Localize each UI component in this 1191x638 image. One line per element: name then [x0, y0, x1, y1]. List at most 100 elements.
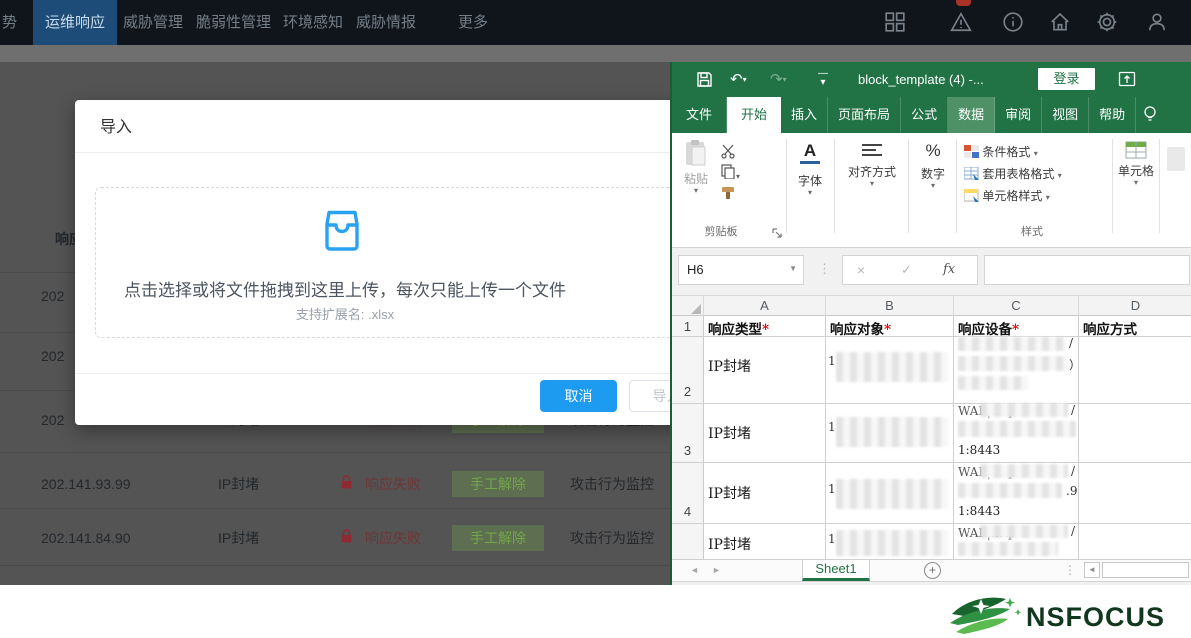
home-icon[interactable]: [1049, 11, 1071, 33]
censored-block: [836, 479, 948, 509]
cell-styles-button[interactable]: 单元格样式 ▾: [964, 187, 1050, 204]
number-group-button[interactable]: % 数字▾: [912, 141, 954, 190]
row-status: 响应失败: [365, 474, 421, 494]
row-ip: 202: [41, 288, 64, 304]
apps-grid-icon[interactable]: [884, 11, 906, 33]
nav-item-threat-intel[interactable]: 威胁情报: [356, 0, 416, 45]
tab-review[interactable]: 审阅: [995, 97, 1042, 133]
quick-access-customize-icon[interactable]: —▾: [818, 69, 828, 87]
alert-count-badge: [956, 0, 971, 6]
logo-text: NSFOCUS: [1026, 602, 1165, 632]
group-separator: [956, 139, 957, 233]
cell-B3-fragment[interactable]: 1: [828, 420, 836, 434]
nav-item-env-awareness[interactable]: 环境感知: [283, 0, 343, 45]
excel-titlebar[interactable]: ↶▾ ↷▾ —▾ block_template (4) -... 登录: [672, 62, 1191, 97]
nav-item-threat-mgmt[interactable]: 威胁管理: [123, 0, 183, 45]
redo-icon[interactable]: ↷▾: [770, 70, 787, 88]
cell-B5-fragment[interactable]: 1: [828, 532, 836, 546]
login-button[interactable]: 登录: [1038, 68, 1095, 90]
row-type: IP封堵: [218, 474, 259, 494]
upload-instruction[interactable]: 点击选择或将文件拖拽到这里上传，每次只能上传一个文件: [75, 276, 615, 301]
hscroll-left-icon[interactable]: ◄: [1084, 562, 1100, 578]
sheet-next-icon[interactable]: ►: [712, 565, 721, 575]
copy-icon[interactable]: ▾: [720, 163, 740, 184]
cell-B1[interactable]: 响应对象*: [830, 318, 891, 338]
row-task: 攻击行为监控: [570, 474, 654, 494]
col-header-A[interactable]: A: [704, 296, 826, 316]
tab-formulas[interactable]: 公式: [901, 97, 948, 133]
row-number[interactable]: 1: [672, 319, 703, 334]
format-painter-icon[interactable]: [720, 185, 736, 206]
sheet-prev-icon[interactable]: ◄: [690, 565, 699, 575]
select-all-corner[interactable]: [672, 296, 704, 316]
new-sheet-icon[interactable]: +: [924, 562, 941, 579]
cancel-button[interactable]: 取消: [540, 380, 617, 412]
cell-C2-fragment: ）: [1069, 356, 1081, 373]
col-header-C[interactable]: C: [954, 296, 1079, 316]
row-ip: 202.141.93.99: [41, 476, 131, 492]
nav-item-partial[interactable]: 势: [2, 0, 17, 45]
cut-icon[interactable]: [720, 143, 736, 164]
col-header-B[interactable]: B: [826, 296, 954, 316]
tab-help[interactable]: 帮助: [1089, 97, 1136, 133]
nav-item-more[interactable]: 更多: [458, 0, 488, 45]
enter-entry-icon[interactable]: ✓: [901, 262, 912, 278]
cell-D1[interactable]: 响应方式: [1083, 318, 1137, 338]
upload-extension-hint: 支持扩展名: .xlsx: [75, 304, 615, 323]
cell-A1[interactable]: 响应类型*: [708, 318, 769, 338]
row-ip: 202.141.84.90: [41, 530, 131, 546]
font-group-button[interactable]: A 字体▾: [788, 141, 832, 197]
formula-input[interactable]: [984, 255, 1190, 285]
settings-gear-icon[interactable]: [1096, 11, 1118, 33]
sheet-tab-sheet1[interactable]: Sheet1: [802, 560, 870, 581]
tell-me-lightbulb-icon[interactable]: [1136, 97, 1158, 133]
formula-bar: H6 ▼ ⋮ × ✓ fx: [672, 248, 1191, 296]
insert-function-icon[interactable]: fx: [943, 262, 955, 277]
user-icon[interactable]: [1146, 11, 1168, 33]
tab-page-layout[interactable]: 页面布局: [828, 97, 901, 133]
cell-A3[interactable]: IP封堵: [708, 423, 751, 443]
cell-B4-fragment[interactable]: 1: [828, 482, 836, 496]
restore-window-icon[interactable]: [1118, 71, 1136, 92]
col-header-D[interactable]: D: [1079, 296, 1191, 316]
row-task: 攻击行为监控: [570, 528, 654, 548]
tab-home[interactable]: 开始: [727, 97, 781, 133]
tab-data[interactable]: 数据: [948, 97, 995, 133]
column-header-row: A B C D: [672, 296, 1191, 316]
row-number[interactable]: 2: [672, 384, 703, 399]
censored-block: [980, 525, 1068, 538]
cancel-entry-icon[interactable]: ×: [857, 262, 865, 278]
cells-group-button[interactable]: 单元格▾: [1112, 141, 1160, 187]
nav-item-ops-response[interactable]: 运维响应: [33, 0, 117, 45]
censored-block: [958, 376, 1028, 390]
name-box-dropdown-icon[interactable]: ▼: [789, 264, 797, 273]
paste-button[interactable]: 粘贴▾: [678, 139, 714, 195]
tab-file[interactable]: 文件: [672, 97, 727, 133]
cell-A4[interactable]: IP封堵: [708, 483, 751, 503]
cell-C4-fragment: .9: [1066, 484, 1077, 498]
conditional-formatting-button[interactable]: 条件格式 ▾: [964, 143, 1038, 160]
row-number[interactable]: 3: [672, 443, 703, 458]
info-circle-icon[interactable]: [1002, 11, 1024, 33]
grip-dots-icon: ⋮: [1064, 563, 1076, 577]
alert-triangle-icon[interactable]: [950, 11, 972, 33]
format-as-table-button[interactable]: 套用表格格式 ▾: [964, 165, 1062, 182]
tab-insert[interactable]: 插入: [781, 97, 828, 133]
styles-group-label: 样式: [1002, 223, 1062, 239]
save-icon[interactable]: [696, 71, 713, 93]
row-number[interactable]: 4: [672, 504, 703, 519]
name-box[interactable]: H6 ▼: [678, 255, 804, 285]
alignment-group-button[interactable]: 对齐方式▾: [838, 141, 906, 188]
spreadsheet-grid[interactable]: 1 2 3 4 响应类型* 响应对象* 响应设备* 响应方式 IP封堵 1 / …: [672, 316, 1191, 559]
cell-C3-fragment: /: [1071, 403, 1075, 417]
clipboard-dialog-launcher-icon[interactable]: [772, 225, 782, 243]
gridline: [672, 523, 1191, 524]
hscroll-track[interactable]: [1102, 562, 1189, 578]
cell-B2-fragment[interactable]: 1: [828, 354, 836, 368]
nav-item-vuln-mgmt[interactable]: 脆弱性管理: [196, 0, 271, 45]
cell-C1[interactable]: 响应设备*: [958, 318, 1019, 338]
tab-view[interactable]: 视图: [1042, 97, 1089, 133]
cell-A5[interactable]: IP封堵: [708, 534, 751, 554]
undo-icon[interactable]: ↶▾: [730, 70, 747, 88]
cell-A2[interactable]: IP封堵: [708, 356, 751, 376]
